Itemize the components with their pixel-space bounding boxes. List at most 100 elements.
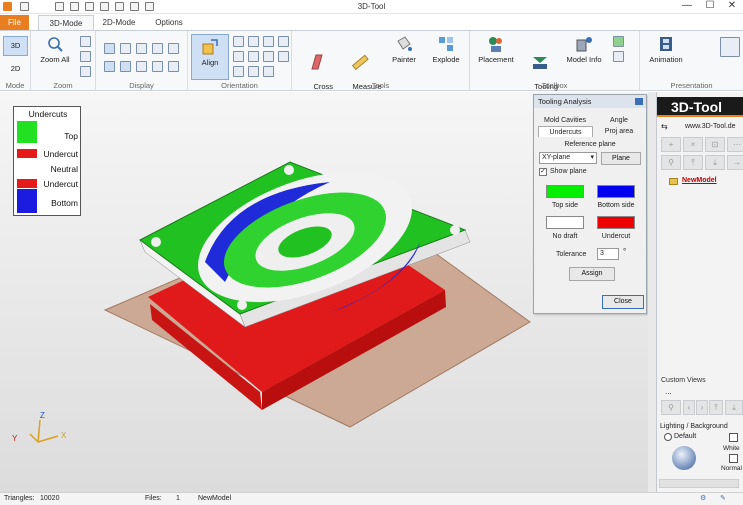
view-front-icon[interactable] bbox=[233, 36, 244, 47]
group-zoom-label: Zoom bbox=[53, 81, 73, 90]
tab-undercuts[interactable]: Undercuts bbox=[538, 126, 593, 137]
plane-select[interactable]: XY-plane ▾ bbox=[539, 152, 597, 164]
view-left-icon[interactable] bbox=[263, 36, 274, 47]
mode-3d-button[interactable]: 3D bbox=[3, 36, 28, 56]
transparent-icon[interactable] bbox=[168, 43, 179, 54]
shaded-icon[interactable] bbox=[104, 43, 115, 54]
tree-tool-7[interactable]: ⤓ bbox=[705, 155, 725, 170]
ribbon: 3D 2D Mode Zoom All Zoom Display Align O… bbox=[0, 30, 743, 100]
placement-button[interactable]: Placement bbox=[474, 35, 518, 64]
tree-tool-5[interactable]: ⚲ bbox=[661, 155, 681, 170]
view-back-icon[interactable] bbox=[248, 36, 259, 47]
status-tool-icon-1[interactable]: ⚙ bbox=[700, 493, 706, 505]
view-up-button[interactable]: ⤒ bbox=[709, 400, 723, 415]
tree-item-newmodel[interactable]: NewModel bbox=[682, 177, 717, 184]
shaded-edges-icon[interactable] bbox=[120, 43, 131, 54]
tolerance-unit: ° bbox=[623, 247, 627, 256]
view-bottom-icon[interactable] bbox=[248, 51, 259, 62]
maximize-button[interactable]: ☐ bbox=[699, 0, 721, 13]
tolerance-value: 3 bbox=[600, 250, 604, 257]
close-button[interactable]: Close bbox=[602, 295, 644, 309]
plane-button[interactable]: Plane bbox=[601, 152, 641, 165]
tree-tool-8[interactable]: → bbox=[727, 155, 743, 170]
tab-angle[interactable]: Angle bbox=[594, 115, 644, 126]
triangles-count: 10020 bbox=[40, 495, 60, 502]
model-info-button[interactable]: Model Info bbox=[564, 35, 604, 64]
view-top-icon[interactable] bbox=[233, 51, 244, 62]
display-more-icon[interactable] bbox=[168, 61, 179, 72]
flip-icon[interactable] bbox=[248, 66, 259, 77]
bottom-side-color[interactable] bbox=[597, 185, 635, 198]
explode-button[interactable]: Explode bbox=[428, 35, 464, 64]
white-checkbox[interactable] bbox=[729, 433, 738, 442]
zoom-out-icon[interactable] bbox=[80, 66, 91, 77]
dimension-icon[interactable] bbox=[152, 61, 163, 72]
legend-swatch-undercut-1 bbox=[17, 149, 37, 158]
minimize-button[interactable]: — bbox=[676, 0, 698, 13]
zoom-in-icon[interactable] bbox=[80, 36, 91, 47]
panel-scrollbar[interactable] bbox=[659, 479, 739, 488]
view-add-button[interactable]: ⚲ bbox=[661, 400, 681, 415]
tab-2d-mode[interactable]: 2D-Mode bbox=[94, 15, 144, 30]
vertical-scrollbar[interactable] bbox=[648, 92, 656, 492]
tab-mold-cavities[interactable]: Mold Cavities bbox=[540, 115, 590, 126]
mode-2d-button[interactable]: 2D bbox=[3, 61, 28, 79]
presentation-icon[interactable] bbox=[720, 37, 740, 57]
tolerance-input[interactable]: 3 bbox=[597, 248, 619, 260]
tab-proj-area[interactable]: Proj area bbox=[594, 126, 644, 137]
toolbox-extra1-icon[interactable] bbox=[613, 36, 624, 47]
website-link[interactable]: www.3D-Tool.de bbox=[685, 123, 736, 130]
normal-checkbox[interactable] bbox=[729, 454, 738, 463]
tree-tool-2[interactable]: × bbox=[683, 137, 703, 152]
undercut-label: Undercut bbox=[601, 233, 631, 240]
tab-file[interactable]: File bbox=[0, 15, 29, 30]
placement-label: Placement bbox=[478, 55, 514, 64]
brand-logo: 3D-Tool bbox=[657, 97, 743, 117]
view-extra-icon[interactable] bbox=[263, 66, 274, 77]
view-prev-button[interactable]: ‹ bbox=[683, 400, 695, 415]
window-title: 3D-Tool bbox=[357, 2, 386, 11]
zoom-window-icon[interactable] bbox=[80, 51, 91, 62]
assign-button[interactable]: Assign bbox=[569, 267, 615, 281]
view-next-button[interactable]: › bbox=[696, 400, 708, 415]
align-button[interactable]: Align bbox=[191, 34, 229, 80]
rotate-icon[interactable] bbox=[233, 66, 244, 77]
tree-tool-6[interactable]: ⤒ bbox=[683, 155, 703, 170]
view-iso2-icon[interactable] bbox=[278, 51, 289, 62]
animation-button[interactable]: Animation bbox=[644, 35, 688, 64]
ruler-icon bbox=[351, 54, 369, 71]
tree-tool-3[interactable]: ⊡ bbox=[705, 137, 725, 152]
axis-y-label: Y bbox=[12, 434, 18, 443]
points-icon[interactable] bbox=[136, 61, 147, 72]
panel-collapse-icon[interactable] bbox=[635, 98, 643, 105]
toolbox-more-icon[interactable] bbox=[626, 67, 637, 78]
lighting-label: Lighting / Background bbox=[660, 423, 728, 430]
lighting-sphere-icon[interactable] bbox=[672, 446, 696, 470]
wireframe-icon[interactable] bbox=[136, 43, 147, 54]
toolbox-extra2-icon[interactable] bbox=[613, 51, 624, 62]
tree-tool-1[interactable]: + bbox=[661, 137, 681, 152]
line-mode-icon[interactable] bbox=[104, 61, 115, 72]
top-side-color[interactable] bbox=[546, 185, 584, 198]
tree-tool-4[interactable]: ⋯ bbox=[727, 137, 743, 152]
view-down-button[interactable]: ⤓ bbox=[725, 400, 743, 415]
view-right-icon[interactable] bbox=[278, 36, 289, 47]
tab-options[interactable]: Options bbox=[144, 15, 194, 30]
curve-mode-icon[interactable] bbox=[120, 61, 131, 72]
hidden-lines-icon[interactable] bbox=[152, 43, 163, 54]
legend-label-undercut-1: Undercut bbox=[43, 149, 79, 159]
view-iso-icon[interactable] bbox=[263, 51, 274, 62]
default-radio[interactable] bbox=[664, 433, 672, 441]
status-tool-icon-2[interactable]: ✎ bbox=[720, 493, 726, 505]
show-plane-checkbox[interactable]: ✓ bbox=[539, 168, 547, 176]
close-window-button[interactable]: ✕ bbox=[721, 0, 743, 13]
tab-3d-mode[interactable]: 3D-Mode bbox=[38, 15, 94, 30]
triangles-label: Triangles: bbox=[4, 495, 35, 502]
no-draft-color[interactable] bbox=[546, 216, 584, 229]
pin-icon[interactable]: ⇆ bbox=[661, 122, 668, 131]
zoom-all-button[interactable]: Zoom All bbox=[35, 35, 75, 64]
undercut-color[interactable] bbox=[597, 216, 635, 229]
no-draft-label: No draft bbox=[552, 233, 578, 240]
painter-button[interactable]: Painter bbox=[386, 35, 422, 64]
group-presentation: Animation Presentation bbox=[640, 31, 743, 91]
